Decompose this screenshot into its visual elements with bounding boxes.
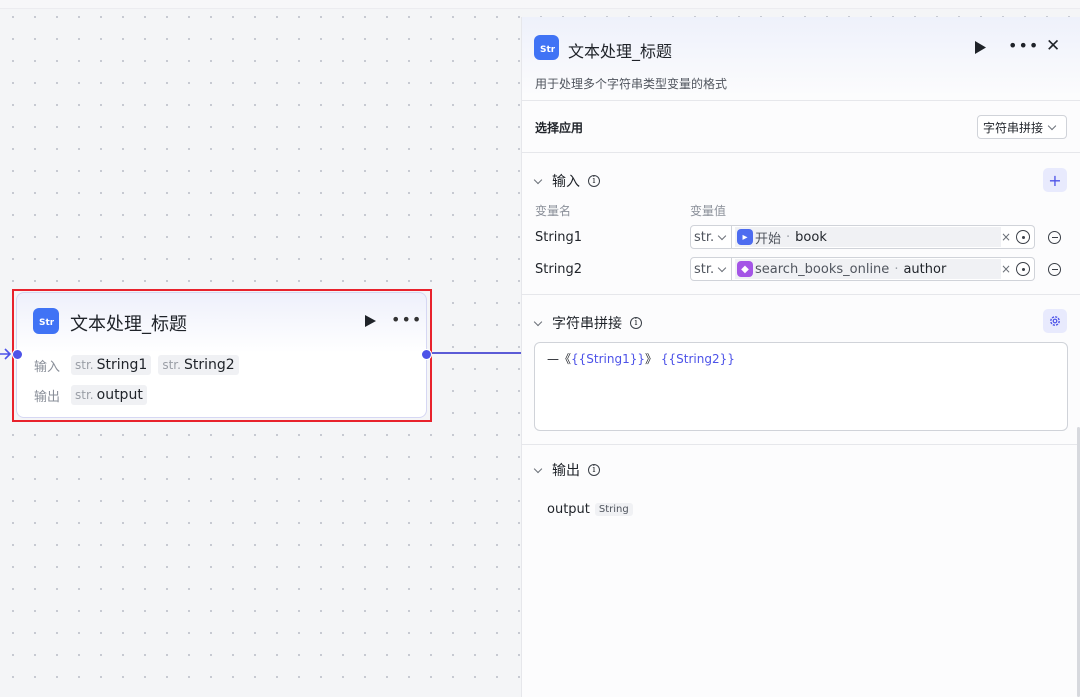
variable-type-select[interactable]: str.	[690, 257, 732, 281]
output-port[interactable]	[421, 349, 432, 360]
variable-value-input[interactable]: ▸ 开始 · book	[732, 225, 1035, 249]
add-variable-button[interactable]: +	[1043, 168, 1067, 192]
node-output-label: 输出	[34, 389, 61, 405]
source-node-name: 开始	[755, 231, 782, 247]
input-section-title: 输入	[552, 174, 580, 190]
column-header-var-name: 变量名	[535, 204, 572, 218]
clear-icon[interactable]: ×	[1001, 230, 1011, 244]
info-icon[interactable]: i	[588, 175, 600, 187]
template-text: 》	[645, 352, 658, 366]
source-field-name: author	[903, 261, 947, 277]
remove-variable-icon[interactable]	[1048, 263, 1061, 276]
chevron-down-icon[interactable]	[533, 317, 543, 326]
input-port[interactable]	[12, 349, 23, 360]
node-title: 文本处理_标题	[70, 314, 187, 335]
info-icon[interactable]: i	[588, 464, 600, 476]
divider	[522, 152, 1080, 153]
variable-type-select[interactable]: str.	[690, 225, 732, 249]
output-variable: output String	[547, 502, 633, 517]
output-section-header[interactable]: 输出 i	[533, 460, 600, 480]
variable-value-input[interactable]: ◆ search_books_online · author	[732, 257, 1035, 281]
separator: ·	[786, 229, 791, 245]
template-variable: {{String1}}	[571, 352, 646, 366]
chevron-down-icon[interactable]	[533, 175, 543, 184]
node-input-label: 输入	[34, 359, 61, 375]
gear-icon	[1050, 316, 1060, 326]
chevron-down-icon	[717, 263, 727, 272]
concat-section-title: 字符串拼接	[552, 316, 622, 332]
text-process-node[interactable]: Str 文本处理_标题 ••• 输入 str. String1 str. Strin…	[12, 292, 432, 418]
separator: ·	[894, 261, 899, 277]
chevron-down-icon[interactable]	[533, 464, 543, 473]
node-config-panel: Str 文本处理_标题 ••• ✕ 用于处理多个字符串类型变量的格式 选择应用 …	[521, 17, 1080, 697]
panel-description[interactable]: 用于处理多个字符串类型变量的格式	[535, 75, 727, 92]
clear-icon[interactable]: ×	[1001, 262, 1011, 276]
variable-type-value: str.	[694, 229, 715, 245]
select-app-value: 字符串拼接	[983, 120, 1044, 135]
start-node-icon: ▸	[737, 229, 753, 245]
output-type-badge: String	[594, 503, 633, 516]
select-app-dropdown[interactable]: 字符串拼接	[977, 115, 1067, 139]
panel-title[interactable]: 文本处理_标题	[568, 38, 672, 62]
source-field-name: book	[795, 229, 827, 245]
run-icon[interactable]	[363, 313, 377, 329]
close-icon[interactable]: ✕	[1046, 36, 1060, 56]
variable-reference-chip: ▸ 开始 · book	[735, 227, 1001, 247]
svg-text:Str: Str	[39, 318, 54, 328]
variable-name[interactable]: String2	[535, 262, 582, 277]
output-name: output	[547, 502, 590, 517]
variable-name[interactable]: String1	[535, 230, 582, 245]
top-bar	[0, 0, 1080, 9]
more-icon[interactable]: •••	[1008, 36, 1039, 55]
info-icon[interactable]: i	[630, 317, 642, 329]
select-app-label: 选择应用	[535, 121, 584, 135]
node-output-tag: str. output	[71, 385, 147, 405]
text-process-icon: Str	[534, 35, 559, 60]
plugin-node-icon: ◆	[737, 261, 753, 277]
remove-variable-icon[interactable]	[1048, 231, 1061, 244]
concat-template-editor[interactable]: —《{{String1}}》 {{String2}}	[534, 342, 1068, 431]
input-section-header[interactable]: 输入 i	[533, 171, 600, 191]
source-node-name: search_books_online	[755, 261, 890, 277]
target-icon[interactable]	[1016, 230, 1030, 244]
chevron-down-icon	[717, 231, 727, 240]
variable-reference-chip: ◆ search_books_online · author	[735, 259, 1001, 279]
concat-section-header[interactable]: 字符串拼接 i	[533, 313, 642, 333]
chevron-down-icon	[1047, 121, 1057, 130]
node-input-tag: str. String1	[71, 355, 152, 375]
more-icon[interactable]: •••	[391, 310, 422, 329]
node-inputs-row: 输入 str. String1 str. String2	[34, 355, 239, 375]
column-header-var-value: 变量值	[690, 204, 727, 218]
node-input-tag: str. String2	[158, 355, 239, 375]
divider	[522, 100, 1080, 101]
divider	[522, 444, 1080, 445]
target-icon[interactable]	[1016, 262, 1030, 276]
output-section-title: 输出	[552, 463, 580, 479]
text-process-icon: Str	[33, 308, 59, 334]
node-outputs-row: 输出 str. output	[34, 385, 147, 405]
template-variable: {{String2}}	[660, 352, 735, 366]
outgoing-edge	[428, 352, 523, 354]
variable-type-value: str.	[694, 261, 715, 277]
svg-text:Str: Str	[540, 45, 555, 55]
settings-gear-button[interactable]	[1043, 309, 1067, 333]
divider	[522, 294, 1080, 295]
template-text: —《	[547, 352, 572, 366]
run-icon[interactable]	[974, 40, 987, 55]
